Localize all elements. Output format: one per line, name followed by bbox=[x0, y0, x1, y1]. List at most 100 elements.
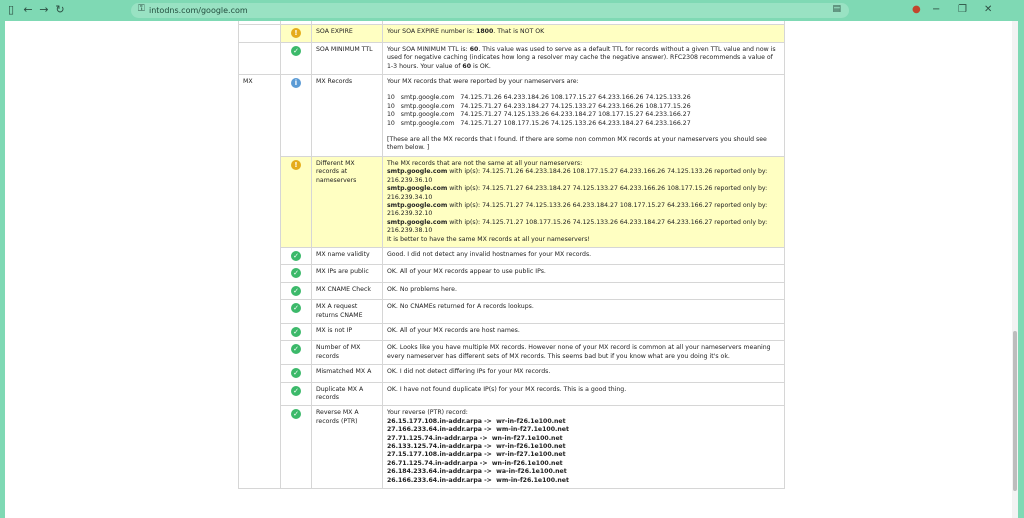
test-name-text: SOA MINIMUM TTL bbox=[316, 45, 373, 53]
category-cell: MX bbox=[238, 74, 281, 490]
desc-value: 1800 bbox=[476, 28, 494, 36]
test-description: OK. Looks like you have multiple MX reco… bbox=[382, 340, 785, 366]
test-description: Your reverse (PTR) record: 26.15.177.108.… bbox=[382, 405, 785, 490]
test-description: Your MX records that were reported by yo… bbox=[382, 74, 785, 157]
desc-value: 60 bbox=[462, 62, 472, 70]
desc-text: OK. No problems here. bbox=[387, 285, 457, 293]
ptr-record-line: 27.71.125.74.in-addr.arpa -> wn-in-f27.1… bbox=[387, 434, 563, 442]
result-row: ✓ Number of MX records OK. Looks like you … bbox=[239, 340, 785, 366]
warning-icon: ! bbox=[291, 28, 301, 39]
test-name: MX A request returns CNAME bbox=[311, 299, 383, 324]
restore-icon[interactable]: ❐ bbox=[958, 3, 967, 17]
desc-text: Your SOA MINIMUM TTL is: bbox=[387, 45, 470, 53]
result-row: ✓ MX IPs are public OK. All of your MX rec… bbox=[239, 264, 785, 283]
back-icon[interactable]: ← bbox=[21, 3, 35, 17]
result-row: ✓ Reverse MX A records (PTR) Your reverse … bbox=[239, 405, 785, 490]
desc-text: [These are all the MX records that I fou… bbox=[387, 136, 767, 152]
forward-icon[interactable]: → bbox=[37, 3, 51, 17]
ptr-record-line: 26.133.125.74.in-addr.arpa -> wr-in-f26.… bbox=[387, 443, 566, 451]
test-description: Good. I did not detect any invalid hostn… bbox=[382, 246, 785, 266]
pass-check-icon: ✓ bbox=[291, 409, 301, 420]
address-bar[interactable]: ⚿ intodns.com/google.com ▤ bbox=[131, 3, 849, 18]
test-description: OK. I have not found duplicate IP(s) for… bbox=[382, 381, 785, 407]
mx-host: smtp.google.com bbox=[387, 168, 448, 176]
desc-text: OK. Looks like you have multiple MX reco… bbox=[387, 344, 771, 360]
scrollbar-thumb[interactable] bbox=[1013, 331, 1017, 491]
test-name-text: Duplicate MX A records bbox=[316, 385, 364, 401]
result-row: ✓ Mismatched MX A OK. I did not detect dif… bbox=[239, 364, 785, 383]
test-name-text: SOA EXPIRE bbox=[316, 28, 353, 36]
test-description: The MX records that are not the same at … bbox=[382, 155, 785, 248]
test-name-text: MX name validity bbox=[316, 250, 370, 258]
mx-mismatch-entry: smtp.google.com with ip(s): 74.125.71.26… bbox=[387, 168, 780, 185]
test-name-text: MX A request returns CNAME bbox=[316, 303, 363, 319]
mx-record-line: 10 smtp.google.com 74.125.71.26 64.233.1… bbox=[387, 94, 691, 102]
profile-icon[interactable]: ● bbox=[912, 3, 921, 17]
test-description: Your SOA EXPIRE number is: 1800. That is… bbox=[382, 24, 785, 43]
refresh-icon[interactable]: ↻ bbox=[53, 3, 67, 17]
test-name: Number of MX records bbox=[311, 340, 383, 366]
lock-icon: ⚿ bbox=[138, 4, 145, 14]
test-name-text: Mismatched MX A bbox=[316, 368, 372, 376]
mx-mismatch-entry: smtp.google.com with ip(s): 74.125.71.27… bbox=[387, 202, 780, 219]
test-name: Different MX records at nameservers bbox=[311, 155, 383, 248]
status-cell: ✓ bbox=[280, 41, 312, 76]
category-cell bbox=[238, 24, 281, 43]
scrollbar[interactable] bbox=[1012, 21, 1018, 518]
sidebar-icon[interactable]: ▯ bbox=[4, 3, 18, 17]
status-cell: ✓ bbox=[280, 264, 312, 283]
result-row: ✓ SOA MINIMUM TTL Your SOA MINIMUM TTL is:… bbox=[238, 41, 785, 76]
reader-icon[interactable]: ▤ bbox=[832, 4, 841, 14]
mx-mismatch-entry: smtp.google.com with ip(s): 74.125.71.27… bbox=[387, 185, 780, 202]
test-name-text: Different MX records at nameservers bbox=[316, 159, 357, 184]
test-name: MX IPs are public bbox=[311, 264, 383, 283]
minimize-icon[interactable]: − bbox=[932, 3, 940, 17]
status-cell: ✓ bbox=[280, 340, 312, 366]
mx-host: smtp.google.com bbox=[387, 185, 448, 193]
mx-record-line: 10 smtp.google.com 74.125.71.27 74.125.1… bbox=[387, 111, 691, 119]
test-name: Duplicate MX A records bbox=[311, 381, 383, 407]
result-row: MX i MX Records Your MX records that were r… bbox=[238, 74, 785, 490]
result-row: ✓ MX name validity Good. I did not detect … bbox=[239, 246, 785, 266]
status-cell: ✓ bbox=[280, 405, 312, 490]
test-description: OK. No problems here. bbox=[382, 281, 785, 301]
test-description: OK. All of your MX records are host name… bbox=[382, 322, 785, 342]
info-icon: i bbox=[291, 78, 301, 89]
desc-text: OK. All of your MX records appear to use… bbox=[387, 268, 546, 276]
desc-text: OK. I have not found duplicate IP(s) for… bbox=[387, 385, 627, 393]
desc-text: Good. I did not detect any invalid hostn… bbox=[387, 250, 592, 258]
pass-check-icon: ✓ bbox=[291, 303, 301, 314]
desc-text: It is better to have the same MX records… bbox=[387, 235, 590, 243]
status-cell: ! bbox=[280, 24, 312, 43]
mx-record-line: 10 smtp.google.com 74.125.71.27 64.233.1… bbox=[387, 102, 691, 110]
test-description: OK. I did not detect differing IPs for y… bbox=[382, 364, 785, 383]
test-description: OK. No CNAMEs returned for A records loo… bbox=[382, 299, 785, 324]
desc-text: OK. All of your MX records are host name… bbox=[387, 326, 520, 334]
test-name: Mismatched MX A bbox=[311, 364, 383, 383]
pass-check-icon: ✓ bbox=[291, 368, 301, 379]
test-name: SOA EXPIRE bbox=[311, 24, 383, 43]
result-row: ✓ Duplicate MX A records OK. I have not fo… bbox=[239, 381, 785, 407]
desc-text: Your SOA EXPIRE number is: bbox=[387, 28, 477, 36]
test-name: MX is not IP bbox=[311, 322, 383, 342]
ptr-record-line: 26.166.233.64.in-addr.arpa -> wm-in-f26.… bbox=[387, 476, 569, 484]
page-viewport: ✓SOA RETRYYour SOA RETRY value is: 900. … bbox=[5, 21, 1018, 518]
ptr-record-line: 27.15.177.108.in-addr.arpa -> wr-in-f27.… bbox=[387, 451, 566, 459]
test-name-text: Reverse MX A records (PTR) bbox=[316, 409, 359, 425]
mx-host: smtp.google.com bbox=[387, 218, 448, 226]
pass-check-icon: ✓ bbox=[291, 285, 301, 296]
category-cell bbox=[238, 41, 281, 76]
test-name: MX name validity bbox=[311, 246, 383, 266]
status-cell: ✓ bbox=[280, 281, 312, 301]
test-name-text: MX IPs are public bbox=[316, 268, 369, 276]
close-icon[interactable]: ✕ bbox=[984, 3, 992, 17]
test-name: MX Records bbox=[311, 74, 383, 157]
status-cell: ✓ bbox=[280, 246, 312, 266]
category-label: MX bbox=[243, 78, 253, 86]
desc-text: Your reverse (PTR) record: bbox=[387, 409, 468, 417]
test-name-text: MX CNAME Check bbox=[316, 285, 371, 293]
pass-check-icon: ✓ bbox=[291, 250, 301, 261]
mx-host: smtp.google.com bbox=[387, 201, 448, 209]
status-cell: ✓ bbox=[280, 322, 312, 342]
